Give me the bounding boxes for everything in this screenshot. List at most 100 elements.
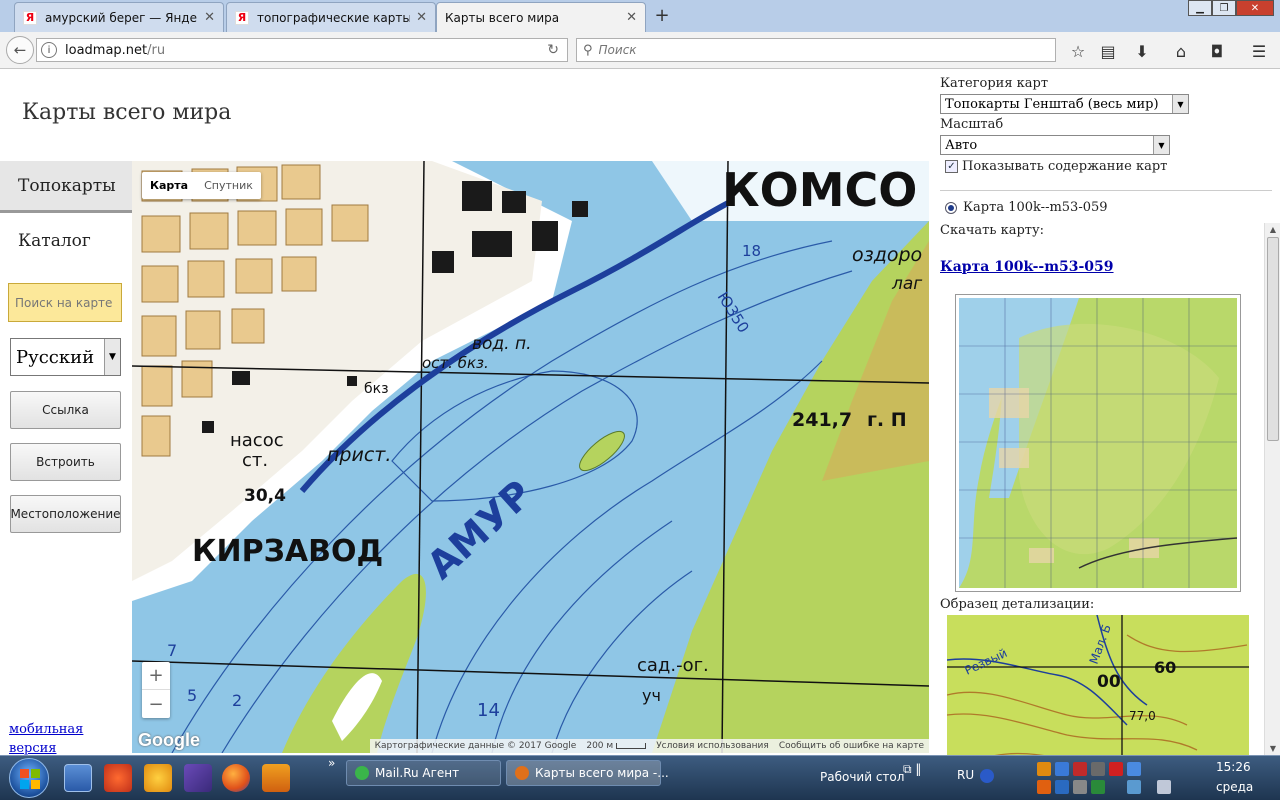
close-window-button[interactable]: ✕ [1236,0,1274,16]
start-button[interactable] [9,758,49,798]
map-label-height2: 241,7 [792,409,852,431]
map-viewport[interactable]: КОМСО АМУР КИРЗАВОД насос ст. прист. вод… [132,161,929,753]
tray-app-icon[interactable] [1037,780,1051,794]
mobile-version-link[interactable]: мобильная версия [9,720,109,758]
tab-maps-world[interactable]: Карты всего мира ✕ [436,2,646,32]
map-terms-link[interactable]: Условия использования [656,741,769,751]
help-icon[interactable] [980,769,994,783]
map-report-link[interactable]: Сообщить об ошибке на карте [779,741,924,751]
map-label-city: КОМСО [722,163,917,217]
clock-time[interactable]: 15:26 [1216,760,1251,774]
taskbar-item-mailru[interactable]: Mail.Ru Агент [346,760,501,786]
reload-icon[interactable]: ↻ [547,42,559,58]
taskbar-overflow[interactable]: » [328,756,335,770]
language-select[interactable]: Русский ▼ [10,338,121,376]
tray-app-icon[interactable] [1037,762,1051,776]
nav-item-topomaps[interactable]: Топокарты [0,161,132,213]
volume-icon[interactable] [1157,780,1171,794]
minimize-button[interactable]: ▁ [1188,0,1212,16]
map-label-water: вод. п. [472,334,532,354]
tray-app-icon[interactable] [1091,780,1105,794]
windows-logo-icon [20,769,29,778]
location-button[interactable]: Местоположение [10,495,121,533]
desktop-toolbar-icon[interactable]: ⧉ ‖ [903,762,921,777]
map-scale[interactable]: 200 м [586,741,647,751]
tray-app-icon[interactable] [1055,780,1069,794]
sample-label: Образец детализации: [940,597,1095,612]
tab-label: амурский берег — Яндек... [45,10,198,25]
tab-close-icon[interactable]: ✕ [626,10,637,25]
app-launcher-icon[interactable] [104,764,132,792]
map-type-satellite-button[interactable]: Спутник [196,172,261,199]
show-content-label: Показывать содержание карт [962,159,1168,174]
download-map-link[interactable]: Карта 100k--m53-059 [940,259,1114,275]
map-radio-row[interactable]: Карта 100k--m53-059 [945,200,1108,215]
zoom-out-button[interactable]: − [142,690,170,718]
url-bar[interactable]: i loadmap.net /ru ↻ [36,38,568,62]
maximize-button[interactable]: ❐ [1212,0,1236,16]
radio-map-label: Карта 100k--m53-059 [963,200,1108,215]
checkbox-checked-icon[interactable]: ✓ [945,160,958,173]
scroll-down-icon[interactable]: ▼ [1265,744,1280,753]
map-search-input[interactable] [8,283,122,322]
sample-label-60: 60 [1154,658,1176,677]
visual-studio-icon[interactable] [184,764,212,792]
dropdown-arrow-icon[interactable]: ▼ [1153,136,1169,154]
panel-scrollbar[interactable]: ▲ ▼ [1264,223,1280,755]
show-content-checkbox-row[interactable]: ✓ Показывать содержание карт [945,159,1167,174]
dropdown-arrow-icon[interactable]: ▼ [104,339,120,375]
yandex-favicon-icon: Я [235,10,249,25]
link-button[interactable]: Ссылка [10,391,121,429]
tray-app-icon[interactable] [1109,762,1123,776]
browser-search-box[interactable]: ⚲ [576,38,1056,62]
pocket-icon[interactable]: ◘ [1206,40,1228,62]
tray-app-icon[interactable] [1073,780,1087,794]
tab-label: Карты всего мира [445,10,560,25]
avast-icon[interactable] [144,764,172,792]
bluetooth-icon[interactable] [1091,762,1105,776]
home-icon[interactable]: ⌂ [1170,40,1192,62]
desktop-icon[interactable] [64,764,92,792]
browser-search-input[interactable] [598,43,1019,57]
tray-app-icon[interactable] [1073,762,1087,776]
scale-select[interactable]: Авто ▼ [940,135,1170,155]
dropdown-arrow-icon[interactable]: ▼ [1172,95,1188,113]
clock-day[interactable]: среда [1216,780,1253,794]
scroll-up-icon[interactable]: ▲ [1265,225,1280,234]
back-button[interactable]: ← [6,36,34,64]
bookmark-star-icon[interactable]: ☆ [1067,40,1089,62]
category-select[interactable]: Топокарты Генштаб (весь мир) ▼ [940,94,1189,114]
scrollbar-thumb[interactable] [1267,237,1279,441]
tray-app-icon[interactable] [1127,762,1141,776]
tab-yandex-topo[interactable]: Я топографические карты ... ✕ [226,2,436,32]
firefox-small-icon [515,766,529,780]
tab-yandex-amur[interactable]: Я амурский берег — Яндек... ✕ [14,2,224,32]
map-label-spot2: 2 [232,691,242,710]
tray-app-icon[interactable] [1055,762,1069,776]
map-scale-label: 200 м [586,741,614,751]
new-tab-button[interactable]: + [652,5,672,26]
tab-close-icon[interactable]: ✕ [204,10,215,25]
radio-selected-icon[interactable] [945,201,957,214]
map-thumbnail-image [959,298,1238,588]
zoom-in-button[interactable]: + [142,662,170,690]
embed-button[interactable]: Встроить [10,443,121,481]
map-thumbnail[interactable] [955,294,1241,592]
map-label-height2-suffix: г. П [867,409,907,431]
reading-list-icon[interactable]: ▤ [1097,40,1119,62]
desktop-toolbar-label[interactable]: Рабочий стол [820,770,904,784]
tab-close-icon[interactable]: ✕ [416,10,427,25]
menu-icon[interactable]: ☰ [1248,40,1270,62]
info-icon[interactable]: i [41,42,57,58]
map-attribution-bar: Картографические данные © 2017 Google 20… [369,739,929,753]
taskbar-item-firefox[interactable]: Карты всего мира -... [506,760,669,786]
media-player-icon[interactable] [262,764,290,792]
map-label-lagoon: оздоро [852,244,922,266]
language-indicator[interactable]: RU [957,768,974,782]
network-icon[interactable] [1127,780,1141,794]
map-type-map-button[interactable]: Карта [142,172,196,199]
firefox-icon[interactable] [222,764,250,792]
download-icon[interactable]: ⬇ [1131,40,1153,62]
zoom-control: + − [142,662,170,718]
nav-item-catalog[interactable]: Каталог [0,213,132,268]
